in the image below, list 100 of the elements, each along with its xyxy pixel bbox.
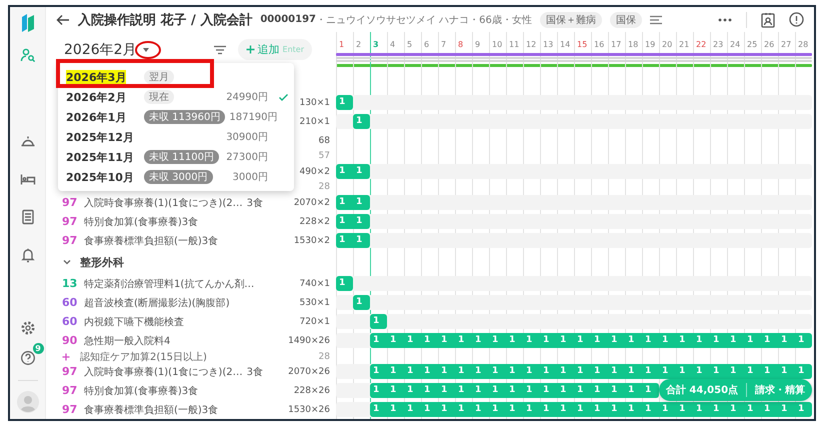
day-count[interactable]: 1	[387, 364, 404, 379]
day-count[interactable]: 1	[455, 364, 472, 379]
day-count[interactable]: 1	[591, 364, 608, 379]
day-count[interactable]: 1	[693, 402, 710, 417]
day-count[interactable]: 1	[336, 214, 353, 229]
day-count[interactable]: 1	[795, 402, 812, 417]
day-count[interactable]: 1	[387, 333, 404, 348]
day-count[interactable]: 1	[353, 233, 370, 248]
day-count[interactable]: 1	[472, 383, 489, 398]
day-count[interactable]: 1	[625, 333, 642, 348]
day-count[interactable]: 1	[523, 333, 540, 348]
day-count[interactable]: 1	[608, 364, 625, 379]
day-count[interactable]: 1	[540, 364, 557, 379]
day-count[interactable]: 1	[336, 233, 353, 248]
day-count[interactable]: 1	[727, 333, 744, 348]
day-count[interactable]: 1	[421, 333, 438, 348]
day-count[interactable]: 1	[693, 364, 710, 379]
day-count[interactable]: 1	[438, 383, 455, 398]
day-count[interactable]: 1	[778, 364, 795, 379]
day-count[interactable]: 1	[438, 402, 455, 417]
day-count[interactable]: 1	[676, 333, 693, 348]
add-button[interactable]: 追加 Enter	[238, 39, 312, 60]
day-count[interactable]: 1	[676, 402, 693, 417]
day-count[interactable]: 1	[455, 333, 472, 348]
day-count[interactable]: 1	[761, 364, 778, 379]
day-count[interactable]: 1	[353, 195, 370, 210]
day-count[interactable]: 1	[744, 333, 761, 348]
day-count[interactable]: 1	[795, 364, 812, 379]
day-count[interactable]: 1	[778, 333, 795, 348]
day-count[interactable]: 1	[557, 364, 574, 379]
day-count[interactable]: 1	[353, 214, 370, 229]
day-count[interactable]: 1	[574, 402, 591, 417]
day-count[interactable]: 1	[574, 333, 591, 348]
id-card-icon[interactable]	[761, 12, 775, 28]
day-count[interactable]: 1	[710, 402, 727, 417]
day-count[interactable]: 1	[506, 333, 523, 348]
day-count[interactable]: 1	[370, 402, 387, 417]
day-count[interactable]: 1	[710, 364, 727, 379]
day-count[interactable]: 1	[574, 383, 591, 398]
day-count[interactable]: 1	[744, 364, 761, 379]
day-count[interactable]: 1	[387, 383, 404, 398]
day-count[interactable]: 1	[591, 402, 608, 417]
day-count[interactable]: 1	[455, 402, 472, 417]
menu-item[interactable]: 2025年12月 30900円	[58, 127, 294, 147]
day-count[interactable]: 1	[540, 402, 557, 417]
day-count[interactable]: 1	[387, 402, 404, 417]
info-icon[interactable]	[789, 12, 804, 27]
menu-item[interactable]: 2025年11月 未収 11100円 27300円	[58, 147, 294, 167]
day-count[interactable]: 1	[370, 383, 387, 398]
menu-item[interactable]: 2025年10月 未収 3000円 3000円	[58, 167, 294, 187]
day-count[interactable]: 1	[625, 364, 642, 379]
day-count[interactable]: 1	[676, 364, 693, 379]
day-count[interactable]: 1	[421, 383, 438, 398]
day-count[interactable]: 1	[523, 402, 540, 417]
day-count[interactable]: 1	[591, 383, 608, 398]
day-count[interactable]: 1	[727, 364, 744, 379]
day-count[interactable]: 1	[693, 333, 710, 348]
day-count[interactable]: 1	[336, 164, 353, 179]
day-count[interactable]: 1	[591, 333, 608, 348]
billing-button[interactable]: 請求・精算	[755, 383, 806, 397]
day-count[interactable]: 1	[370, 314, 387, 329]
day-count[interactable]: 1	[353, 295, 370, 310]
day-count[interactable]: 1	[642, 402, 659, 417]
filter-icon[interactable]	[214, 44, 226, 54]
menu-item[interactable]: 2026年3月 翌月	[58, 67, 294, 87]
day-count[interactable]: 1	[557, 402, 574, 417]
day-count[interactable]: 1	[455, 383, 472, 398]
menu-item[interactable]: 2026年1月 未収 113960円 187190円	[58, 107, 294, 127]
chevron-icon[interactable]	[62, 257, 72, 267]
day-count[interactable]: 1	[438, 364, 455, 379]
day-count[interactable]: 1	[404, 333, 421, 348]
day-count[interactable]: 1	[336, 195, 353, 210]
back-button[interactable]	[56, 14, 70, 26]
day-count[interactable]: 1	[336, 95, 353, 110]
day-count[interactable]: 1	[336, 276, 353, 291]
day-count[interactable]: 1	[523, 364, 540, 379]
day-count[interactable]: 1	[404, 402, 421, 417]
day-count[interactable]: 1	[540, 383, 557, 398]
day-count[interactable]: 1	[642, 383, 659, 398]
day-count[interactable]: 1	[557, 333, 574, 348]
day-count[interactable]: 1	[472, 364, 489, 379]
day-count[interactable]: 1	[608, 333, 625, 348]
day-count[interactable]: 1	[642, 333, 659, 348]
day-count[interactable]: 1	[659, 364, 676, 379]
day-count[interactable]: 1	[625, 383, 642, 398]
menu-item[interactable]: 2026年2月 現在 24990円	[58, 87, 294, 107]
day-count[interactable]: 1	[659, 333, 676, 348]
day-count[interactable]: 1	[710, 333, 727, 348]
day-count[interactable]: 1	[404, 383, 421, 398]
day-count[interactable]: 1	[608, 383, 625, 398]
day-count[interactable]: 1	[489, 402, 506, 417]
day-count[interactable]: 1	[557, 383, 574, 398]
more-icon[interactable]	[718, 18, 732, 22]
day-count[interactable]: 1	[472, 402, 489, 417]
day-count[interactable]: 1	[370, 333, 387, 348]
day-count[interactable]: 1	[727, 402, 744, 417]
day-count[interactable]: 1	[795, 333, 812, 348]
day-count[interactable]: 1	[489, 383, 506, 398]
day-count[interactable]: 1	[523, 383, 540, 398]
day-count[interactable]: 1	[489, 364, 506, 379]
